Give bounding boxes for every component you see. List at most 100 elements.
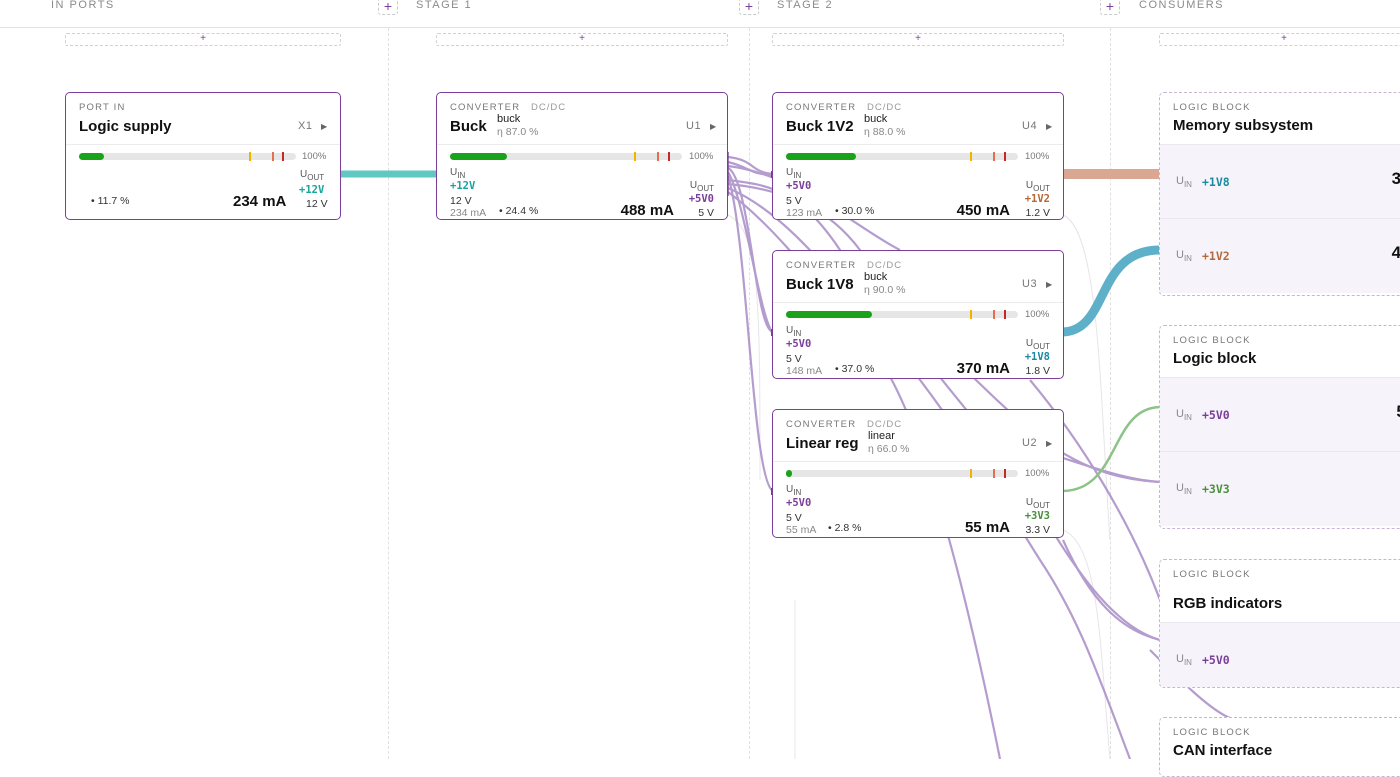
node-kind: LOGIC BLOCK (1173, 569, 1251, 580)
bar-max-label: 100% (302, 151, 327, 162)
uout-value: 5 V (698, 207, 714, 219)
node-subkind: DC/DC (531, 102, 567, 113)
warn-tick (993, 469, 995, 478)
load-bar-fill (79, 153, 105, 160)
node-name: Logic block (1173, 350, 1257, 367)
uin-value: 5 V (786, 512, 802, 524)
node-kind: CONVERTER (450, 102, 521, 113)
warn-tick (272, 152, 274, 161)
divider (437, 144, 727, 145)
uout-rail: +1V8 (1024, 351, 1050, 363)
uin-current: 123 mA (786, 207, 823, 219)
uout-label: UOUT (1025, 497, 1050, 510)
uout-value: 1.8 V (1025, 365, 1050, 377)
wire-1v8[interactable] (1062, 245, 1161, 337)
load-percent: • 37.0 % (835, 363, 875, 375)
uout-rail: +3V3 (1024, 510, 1050, 522)
node-ref: U3 (1022, 278, 1038, 290)
uin-rail: +5V0 (786, 338, 812, 350)
uin-rail: +5V0 (786, 180, 812, 192)
converter-node-buck1v2[interactable]: CONVERTER DC/DC Buck 1V2 buck η 88.0 % U4 ▶ 100… (772, 92, 1064, 220)
converter-node-buck1v8[interactable]: CONVERTER DC/DC Buck 1V8 buck η 90.0 % U3 ▶ 100… (772, 250, 1064, 379)
node-subkind: DC/DC (867, 419, 903, 430)
limit-tick (668, 152, 670, 161)
port-node-logic-supply[interactable]: PORT IN Logic supply X1 ▶ 100% • 11.7 % … (65, 92, 341, 220)
uin-current: 55 mA (786, 524, 817, 536)
uin-value: 5 V (786, 353, 802, 365)
node-ref: U4 (1022, 120, 1038, 132)
load-bar (786, 152, 1018, 161)
load-bar-fill (786, 153, 856, 160)
load-percent: • 30.0 % (835, 205, 875, 217)
limit-tick (282, 152, 284, 161)
node-current: 450 mA (956, 202, 1010, 219)
warn-tick (634, 152, 636, 161)
node-topology: linear (868, 430, 895, 442)
node-current: 488 mA (620, 202, 674, 219)
node-kind: LOGIC BLOCK (1173, 102, 1251, 113)
consumer-input-row[interactable]: UIN+5V072 (1160, 622, 1400, 687)
uin-label: UIN (1176, 653, 1192, 668)
uin-rail: +1V8 (1202, 175, 1230, 189)
consumer-node[interactable]: LOGIC BLOCKRGB indicatorsUIN+5V072 (1159, 559, 1400, 688)
uin-label: UIN (450, 167, 466, 180)
warn-tick (993, 310, 995, 319)
consumer-input-row[interactable]: UIN +1V2 450 (1160, 218, 1400, 293)
consumer-input-row[interactable]: UIN +1V8 370 (1160, 144, 1400, 219)
node-ref: X1 (298, 120, 313, 132)
node-ref: U2 (1022, 437, 1038, 449)
consumer-input-row[interactable]: UIN+3V355 (1160, 451, 1400, 526)
uin-rail: +3V3 (1202, 482, 1230, 496)
expand-caret-icon[interactable]: ▶ (1046, 439, 1052, 448)
load-bar (450, 152, 682, 161)
warn-tick (970, 152, 972, 161)
input-current: 370 (1392, 169, 1400, 189)
consumer-node[interactable]: LOGIC BLOCKLogic block2UIN+5V05.0UIN+3V3… (1159, 325, 1400, 529)
load-percent: • 11.7 % (91, 195, 130, 207)
converter-node-linear[interactable]: CONVERTER DC/DC Linear reg linear η 66.0 % U2… (772, 409, 1064, 538)
consumer-node[interactable]: LOGIC BLOCKMemory subsystem2UIN+1V8370UI… (1159, 92, 1400, 296)
warn-tick (657, 152, 659, 161)
load-bar-fill (786, 470, 793, 477)
warn-tick (970, 310, 972, 319)
node-kind: CONVERTER (786, 419, 857, 430)
uin-label: UIN (786, 325, 802, 338)
warn-tick (970, 469, 972, 478)
uout-rail: +12V (299, 184, 325, 196)
node-name: Buck 1V8 (786, 276, 854, 293)
uin-current: 148 mA (786, 365, 823, 377)
expand-caret-icon[interactable]: ▶ (1046, 122, 1052, 131)
wire-5v0[interactable] (1062, 456, 1161, 484)
load-bar-fill (786, 311, 872, 318)
input-current: 450 (1392, 243, 1400, 263)
expand-caret-icon[interactable]: ▶ (321, 122, 327, 131)
load-percent: • 2.8 % (828, 522, 862, 534)
node-subkind: DC/DC (867, 102, 903, 113)
warn-tick (993, 152, 995, 161)
consumer-input-row[interactable]: UIN +5V0 5.0 (1160, 377, 1400, 452)
node-name: Linear reg (786, 435, 859, 452)
consumer-node[interactable]: LOGIC BLOCK CAN interface (1159, 717, 1400, 777)
uout-value: 3.3 V (1025, 524, 1050, 536)
uin-value: 5 V (786, 195, 802, 207)
limit-tick (1004, 310, 1006, 319)
converter-node-buck[interactable]: CONVERTER DC/DC Buck buck η 87.0 % U1 ▶ 100% UIN… (436, 92, 728, 220)
wire-faint (727, 214, 761, 481)
node-ref: U1 (686, 120, 702, 132)
bar-max-label: 100% (1025, 309, 1050, 320)
limit-tick (1004, 152, 1006, 161)
wire-3v3[interactable] (1062, 405, 1161, 493)
node-current: 55 mA (964, 519, 1010, 536)
uin-label: UIN (786, 484, 802, 497)
input-current: 5.0 (1396, 402, 1400, 422)
node-name: Buck (450, 118, 487, 135)
load-bar (786, 469, 1018, 478)
load-bar (79, 152, 296, 161)
load-bar (786, 310, 1018, 319)
expand-caret-icon[interactable]: ▶ (1046, 280, 1052, 289)
wire-5v0[interactable] (726, 175, 774, 492)
expand-caret-icon[interactable]: ▶ (710, 122, 716, 131)
node-subkind: DC/DC (867, 260, 903, 271)
uin-rail: +1V2 (1202, 249, 1230, 263)
uin-rail: +5V0 (1202, 653, 1230, 667)
